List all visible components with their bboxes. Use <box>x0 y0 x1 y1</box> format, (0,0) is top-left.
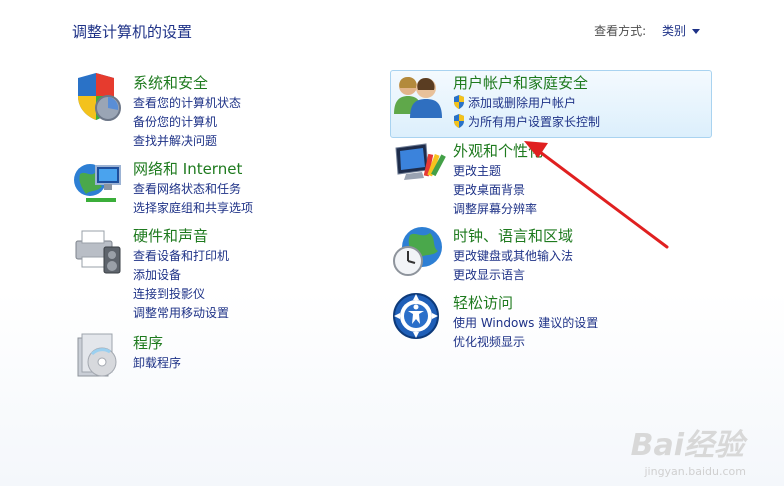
annotation-arrow-icon <box>524 141 669 249</box>
watermark-url: jingyan.baidu.com <box>644 465 746 478</box>
watermark-logo: Bai经验 <box>630 428 744 463</box>
